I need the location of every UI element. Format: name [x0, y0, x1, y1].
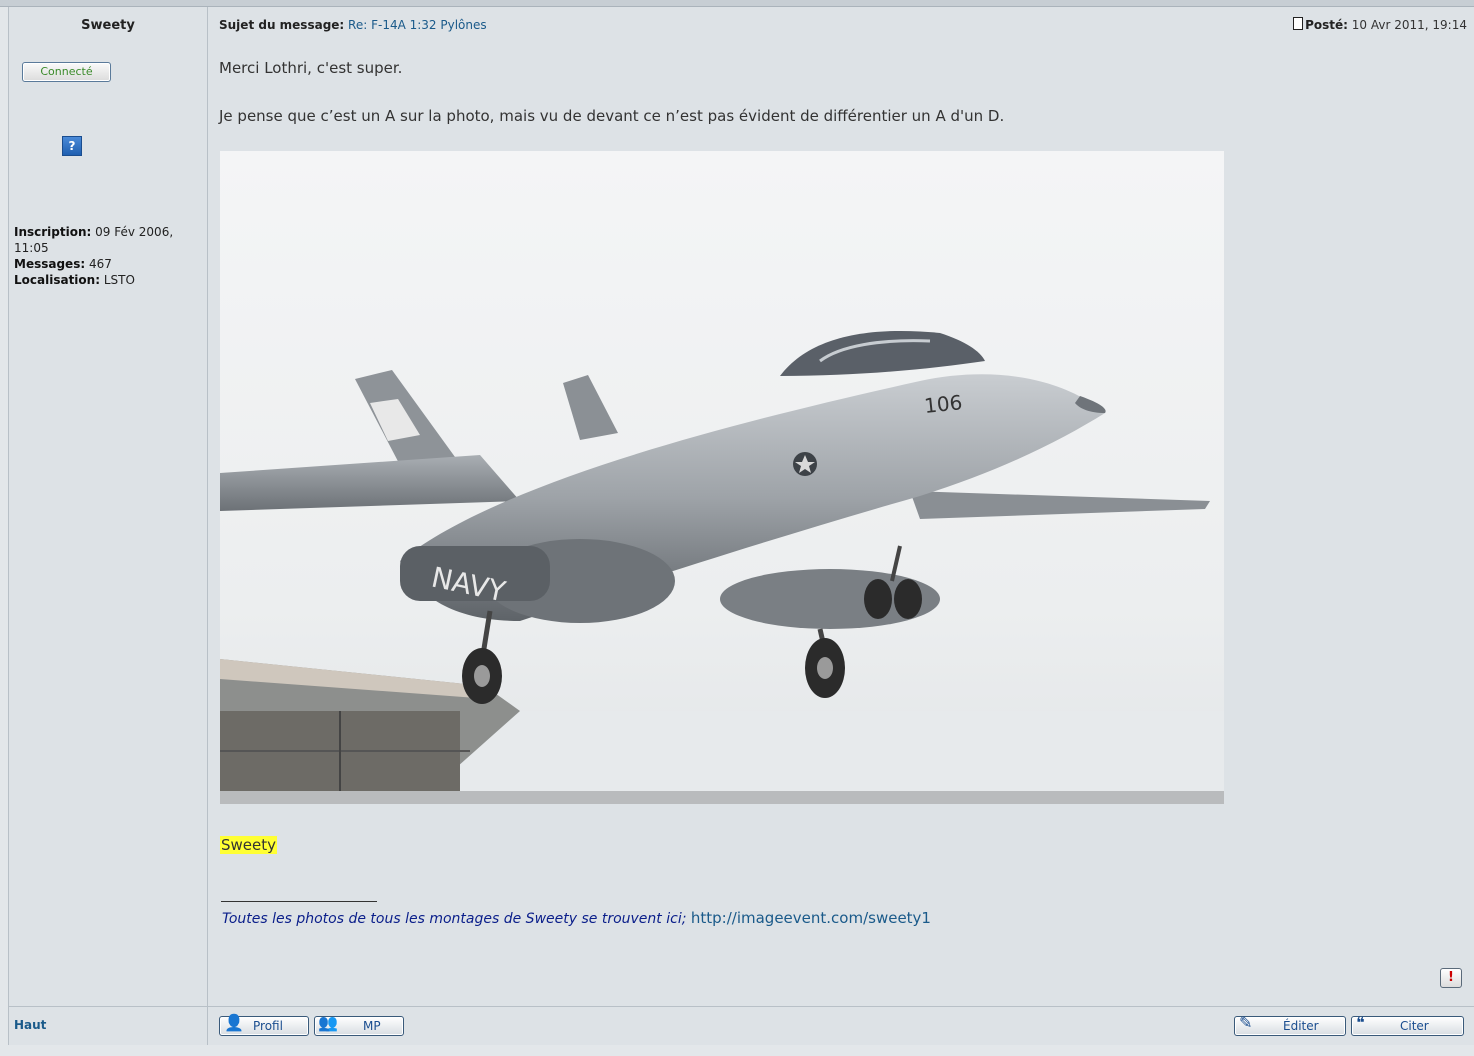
private-message-button[interactable]: 👥 MP — [314, 1013, 404, 1036]
online-status-badge: Connecté — [22, 62, 111, 82]
subject-label: Sujet du message: — [219, 18, 345, 32]
signature-separator — [221, 901, 377, 902]
signature-caption: Toutes les photos de tous les montages d… — [222, 911, 682, 927]
signature-caption-separator: ; — [681, 911, 687, 927]
author-name[interactable]: Sweety — [9, 18, 207, 33]
post-body-line-2: Je pense que c’est un A sur la photo, ma… — [219, 107, 1005, 125]
post-date: Posté: 10 Avr 2011, 19:14 — [1293, 17, 1467, 32]
svg-text:106: 106 — [923, 390, 963, 418]
post-footer-divider — [9, 1006, 1474, 1007]
profile-button-label: Profil — [253, 1019, 283, 1033]
quote-icon: ❝ — [1356, 1013, 1365, 1032]
posted-label: Posté: — [1305, 18, 1348, 32]
localisation-value: LSTO — [103, 273, 135, 287]
signature-name: Sweety — [220, 836, 278, 854]
post-subject: Sujet du message: Re: F-14A 1:32 Pylônes — [219, 18, 487, 32]
post-image-jet: NAVY 106 — [220, 151, 1224, 804]
author-profile-info: Inscription: 09 Fév 2006, 11:05 Messages… — [14, 224, 202, 288]
edit-button-label: Éditer — [1283, 1019, 1319, 1033]
author-column: Sweety Connecté ? Inscription: 09 Fév 20… — [9, 7, 208, 1045]
messages-label: Messages: — [14, 257, 86, 271]
signature-text: Toutes les photos de tous les montages d… — [222, 909, 931, 927]
back-to-top-link[interactable]: Haut — [14, 1018, 46, 1032]
quote-button-label: Citer — [1400, 1019, 1429, 1033]
user-icon: 👤 — [224, 1013, 244, 1032]
signature-url-link[interactable]: http://imageevent.com/sweety1 — [691, 909, 931, 927]
post-body-line-1: Merci Lothri, c'est super. — [219, 59, 403, 77]
users-icon: 👥 — [318, 1013, 338, 1032]
edit-icon: ✎ — [1239, 1013, 1253, 1032]
posted-value: 10 Avr 2011, 19:14 — [1351, 18, 1467, 32]
post-document-icon[interactable] — [1293, 17, 1304, 30]
quote-button[interactable]: ❝ Citer — [1351, 1013, 1464, 1036]
post-container: Sweety Connecté ? Inscription: 09 Fév 20… — [8, 7, 1474, 1045]
top-border — [0, 0, 1474, 7]
edit-button[interactable]: ✎ Éditer — [1234, 1013, 1346, 1036]
inscription-label: Inscription: — [14, 225, 92, 239]
localisation-label: Localisation: — [14, 273, 101, 287]
report-post-icon[interactable]: ! — [1440, 968, 1462, 988]
messages-value: 467 — [88, 257, 112, 271]
profile-button[interactable]: 👤 Profil — [219, 1013, 309, 1036]
subject-link[interactable]: Re: F-14A 1:32 Pylônes — [348, 18, 487, 32]
pm-button-label: MP — [363, 1019, 381, 1033]
help-icon: ? — [62, 136, 82, 156]
